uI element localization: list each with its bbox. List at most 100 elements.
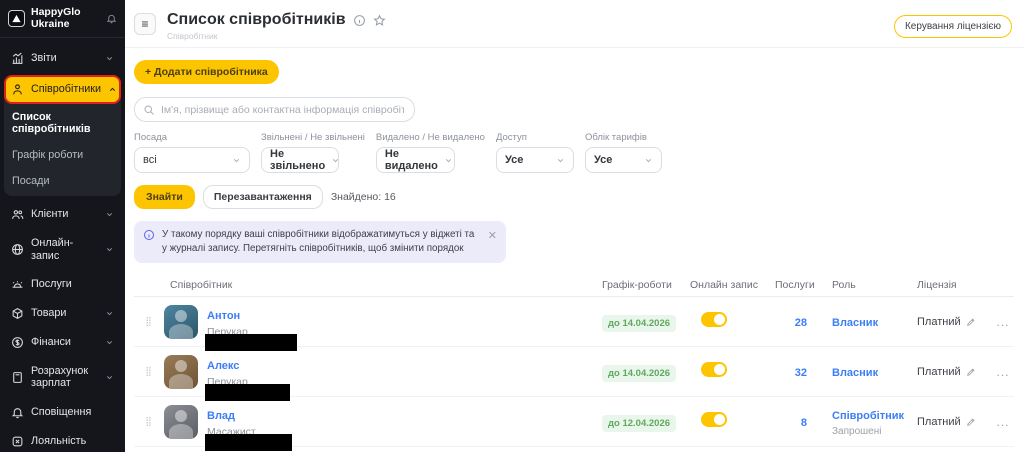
sidebar-item-services[interactable]: Послуги xyxy=(4,270,121,299)
page-title: Список співробітників xyxy=(167,11,346,29)
content: + Додати співробітника Посада всі Звільн… xyxy=(125,48,1024,452)
drag-handle-icon[interactable]: ⣿ xyxy=(134,366,162,377)
license-value: Платний xyxy=(917,366,961,378)
info-icon xyxy=(143,229,155,241)
page-header: ≡ Список співробітників Співробітник Кер… xyxy=(125,0,1024,48)
online-booking-toggle[interactable] xyxy=(701,362,727,377)
chevron-down-icon xyxy=(644,156,653,165)
filter-position: Посада всі xyxy=(134,132,250,173)
drag-handle-icon[interactable]: ⣿ xyxy=(134,316,162,327)
chevron-down-icon xyxy=(444,156,453,165)
employee-name-link[interactable]: Алекс xyxy=(207,360,239,372)
main-area: ≡ Список співробітників Співробітник Кер… xyxy=(125,0,1024,452)
sidebar-item-payroll[interactable]: Розрахунок зарплат xyxy=(4,357,121,398)
table-row: ⣿ Алекс Перукар до 14.04.2026 32 Власник… xyxy=(134,347,1014,397)
finance-icon xyxy=(11,336,24,349)
license-value: Платний xyxy=(917,316,961,328)
chevron-down-icon xyxy=(331,156,340,165)
chevron-down-icon xyxy=(556,156,565,165)
edit-pencil-icon[interactable] xyxy=(966,317,976,327)
search-box xyxy=(134,97,415,122)
calculator-icon xyxy=(11,371,24,384)
chevron-up-icon xyxy=(108,85,117,94)
sidebar-item-employee-list[interactable]: Список співробітників xyxy=(4,104,121,142)
info-icon[interactable] xyxy=(353,14,366,27)
manage-license-button[interactable]: Керування ліцензією xyxy=(894,15,1012,38)
fired-select[interactable]: Не звільнено xyxy=(261,147,339,173)
sidebar-item-products[interactable]: Товари xyxy=(4,299,121,328)
sidebar-item-online-booking[interactable]: Онлайн-запис xyxy=(4,229,121,270)
table-row: ⣿ Анна Косметолог до 14.04.2026 21 Запро… xyxy=(134,447,1014,452)
find-button[interactable]: Знайти xyxy=(134,185,195,209)
sidebar-nav: Звіти Співробітники Список співробітникі… xyxy=(0,38,125,452)
col-online-booking: Онлайн запис xyxy=(684,279,769,291)
online-booking-toggle[interactable] xyxy=(701,412,727,427)
access-select[interactable]: Усе xyxy=(496,147,574,173)
filter-bar: Посада всі Звільнені / Не звільнені Не з… xyxy=(134,132,1014,173)
search-input[interactable] xyxy=(134,97,415,122)
row-menu-button[interactable]: ... xyxy=(991,415,1015,429)
sidebar-item-finances[interactable]: Фінанси xyxy=(4,328,121,357)
services-count-link[interactable]: 8 xyxy=(801,417,807,429)
chevron-down-icon xyxy=(105,309,114,318)
star-icon[interactable] xyxy=(373,14,386,27)
person-icon xyxy=(11,83,24,96)
avatar xyxy=(164,355,198,389)
role-link[interactable]: Власник xyxy=(832,317,878,329)
search-icon xyxy=(143,103,155,121)
globe-icon xyxy=(11,243,24,256)
found-count: Знайдено: 16 xyxy=(331,191,396,203)
services-count-link[interactable]: 32 xyxy=(795,367,807,379)
filter-access: Доступ Усе xyxy=(496,132,574,173)
row-menu-button[interactable]: ... xyxy=(991,365,1015,379)
notification-bell-icon[interactable] xyxy=(106,13,117,24)
app-title: HappyGlo Ukraine xyxy=(31,7,100,30)
role-link[interactable]: Співробітник xyxy=(832,410,904,422)
table-row: ⣿ Влад Масажист до 12.04.2026 8 Співробі… xyxy=(134,397,1014,447)
edit-pencil-icon[interactable] xyxy=(966,367,976,377)
employees-group: Співробітники Список співробітників Граф… xyxy=(4,75,121,196)
banner-text: У такому порядку ваші співробітники відо… xyxy=(162,228,481,256)
avatar xyxy=(164,405,198,439)
employee-name-link[interactable]: Антон xyxy=(207,310,240,322)
schedule-badge: до 12.04.2026 xyxy=(602,415,676,432)
col-role: Роль xyxy=(821,279,911,291)
sidebar-item-work-schedule[interactable]: Графік роботи xyxy=(4,142,121,168)
drag-handle-icon[interactable]: ⣿ xyxy=(134,416,162,427)
col-services: Послуги xyxy=(769,279,821,291)
edit-pencil-icon[interactable] xyxy=(966,417,976,427)
role-link[interactable]: Власник xyxy=(832,367,878,379)
filter-deleted: Видалено / Не видалено Не видалено xyxy=(376,132,485,173)
sidebar-item-notifications[interactable]: Сповіщення xyxy=(4,398,121,427)
tariff-select[interactable]: Усе xyxy=(585,147,662,173)
deleted-select[interactable]: Не видалено xyxy=(376,147,455,173)
reload-button[interactable]: Перезавантаження xyxy=(203,185,323,209)
add-employee-button[interactable]: + Додати співробітника xyxy=(134,60,279,84)
employee-name-link[interactable]: Влад xyxy=(207,410,235,422)
sidebar-item-clients[interactable]: Клієнти xyxy=(4,200,121,229)
table-row: ⣿ Антон Перукар до 14.04.2026 28 Власник… xyxy=(134,297,1014,347)
close-icon[interactable]: ✕ xyxy=(488,229,497,242)
people-icon xyxy=(11,208,24,221)
chevron-down-icon xyxy=(105,373,114,382)
sidebar-item-loyalty[interactable]: Лояльність xyxy=(4,427,121,452)
app-logo xyxy=(8,10,25,27)
employees-table: Співробітник Графік-роботи Онлайн запис … xyxy=(134,273,1014,452)
sidebar-item-employees[interactable]: Співробітники xyxy=(4,75,121,104)
sidebar: HappyGlo Ukraine Звіти Співробітники Спи… xyxy=(0,0,125,452)
actions-row: Знайти Перезавантаження Знайдено: 16 xyxy=(134,185,1014,209)
chevron-down-icon xyxy=(232,156,241,165)
services-count-link[interactable]: 28 xyxy=(795,317,807,329)
sidebar-item-positions[interactable]: Посади xyxy=(4,168,121,194)
sidebar-item-reports[interactable]: Звіти xyxy=(4,44,121,73)
services-icon xyxy=(11,278,24,291)
chevron-down-icon xyxy=(105,54,114,63)
row-menu-button[interactable]: ... xyxy=(991,315,1015,329)
col-license: Ліцензія xyxy=(911,279,991,291)
bell-icon xyxy=(11,406,24,419)
chevron-down-icon xyxy=(105,338,114,347)
position-select[interactable]: всі xyxy=(134,147,250,173)
online-booking-toggle[interactable] xyxy=(701,312,727,327)
menu-toggle-button[interactable]: ≡ xyxy=(134,13,156,35)
table-header: Співробітник Графік-роботи Онлайн запис … xyxy=(134,273,1014,297)
